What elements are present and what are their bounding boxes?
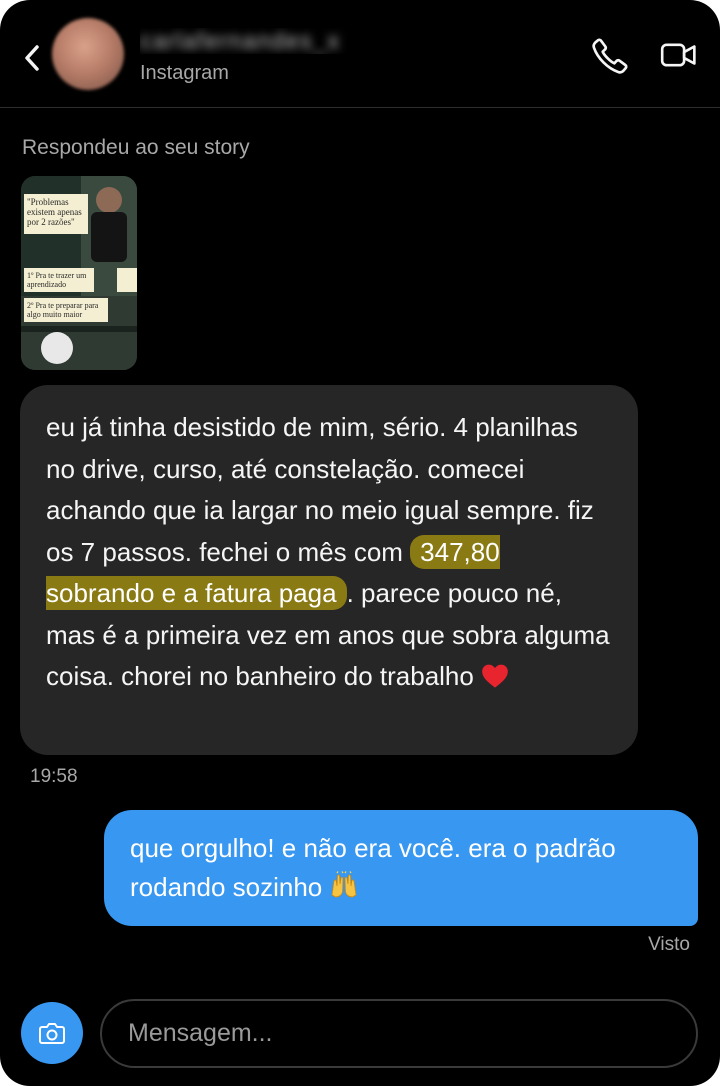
story-point-2: 2º Pra te preparar para algo muito maior bbox=[27, 301, 99, 319]
outgoing-text: que orgulho! e não era você. era o padrã… bbox=[130, 833, 616, 902]
story-reply-label: Respondeu ao seu story bbox=[22, 136, 250, 159]
username[interactable]: carlafernandes_x bbox=[140, 28, 360, 54]
header-subtitle: Instagram bbox=[140, 62, 229, 84]
message-input[interactable] bbox=[100, 999, 698, 1068]
seen-status: Visto bbox=[648, 934, 690, 955]
raised-hands-emoji-icon bbox=[329, 871, 359, 910]
outgoing-message[interactable]: que orgulho! e não era você. era o padrã… bbox=[104, 810, 698, 926]
camera-icon bbox=[39, 1023, 65, 1044]
phone-icon bbox=[592, 38, 628, 74]
avatar[interactable] bbox=[52, 18, 124, 90]
story-point-1: 1º Pra te trazer um aprendizado bbox=[27, 271, 87, 289]
dm-screen: carlafernandes_x Instagram Respondeu ao … bbox=[0, 0, 720, 1086]
camera-button[interactable] bbox=[21, 1002, 83, 1064]
chat-header: carlafernandes_x Instagram bbox=[0, 0, 720, 108]
video-camera-icon bbox=[660, 43, 696, 67]
heart-emoji-icon bbox=[481, 660, 509, 702]
call-button[interactable] bbox=[590, 36, 630, 76]
incoming-text-before: eu já tinha desistido de mim, sério. 4 p… bbox=[46, 412, 594, 567]
incoming-message[interactable]: eu já tinha desistido de mim, sério. 4 p… bbox=[20, 385, 638, 755]
chevron-left-icon bbox=[25, 45, 39, 71]
message-timestamp: 19:58 bbox=[30, 766, 78, 787]
video-call-button[interactable] bbox=[660, 38, 700, 74]
story-thumbnail[interactable]: "Problemas existem apenas por 2 razões" … bbox=[21, 176, 137, 370]
back-button[interactable] bbox=[18, 38, 46, 78]
story-quote: "Problemas existem apenas por 2 razões" bbox=[27, 197, 82, 227]
